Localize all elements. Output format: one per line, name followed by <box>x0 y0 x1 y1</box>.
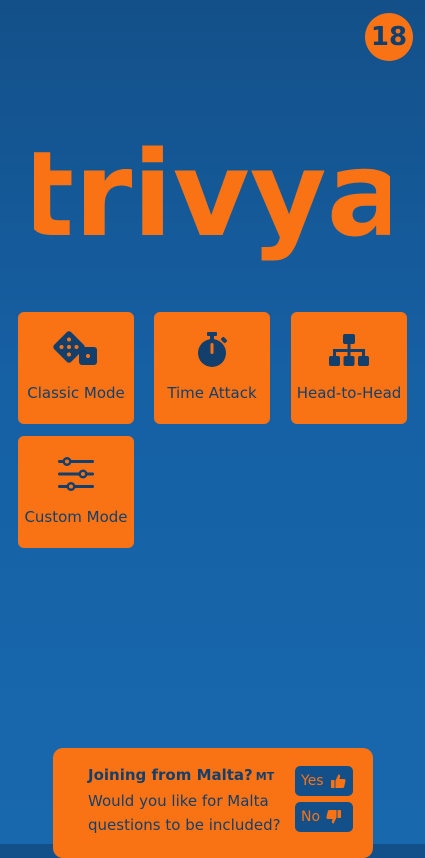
trivya-logo: trivya <box>34 132 390 263</box>
thumbs-up-icon <box>330 774 346 788</box>
thumbs-down-icon <box>326 810 342 824</box>
yes-label: Yes <box>301 773 324 789</box>
no-button[interactable]: No <box>295 802 353 832</box>
banner-title-text: Joining from Malta? <box>88 766 253 784</box>
logo-text: trivya <box>34 132 390 263</box>
stopwatch-icon <box>195 331 229 369</box>
banner-title: Joining from Malta? MT <box>88 766 274 784</box>
custom-mode-button[interactable]: Custom Mode <box>18 436 134 548</box>
no-label: No <box>301 809 321 825</box>
time-attack-label: Time Attack <box>167 384 257 402</box>
classic-mode-button[interactable]: Classic Mode <box>18 312 134 424</box>
head-to-head-label: Head-to-Head <box>296 384 402 402</box>
custom-mode-label: Custom Mode <box>24 508 128 526</box>
head-to-head-button[interactable]: Head-to-Head <box>291 312 407 424</box>
banner-question: Would you like for Malta questions to be… <box>88 792 281 834</box>
yes-button[interactable]: Yes <box>295 766 353 796</box>
country-code: MT <box>255 770 275 783</box>
age-rating-badge: 18 <box>365 13 413 61</box>
sliders-icon <box>56 455 96 493</box>
time-attack-button[interactable]: Time Attack <box>154 312 270 424</box>
hierarchy-icon <box>328 331 370 369</box>
classic-mode-label: Classic Mode <box>27 384 125 402</box>
dice-icon <box>53 331 99 369</box>
region-questions-banner: Joining from Malta? MT Would you like for… <box>53 748 373 858</box>
